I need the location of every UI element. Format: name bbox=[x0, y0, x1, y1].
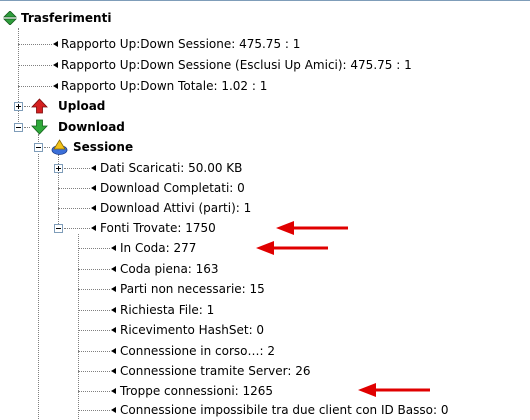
bullet-icon bbox=[91, 205, 96, 211]
bullet-icon bbox=[91, 165, 96, 171]
tree-leaf-label: Ricevimento HashSet: 0 bbox=[120, 323, 265, 337]
tree-connector bbox=[18, 86, 52, 87]
collapse-icon[interactable] bbox=[34, 143, 43, 152]
tree-leaf-ricevimento-hashset[interactable]: Ricevimento HashSet: 0 bbox=[0, 320, 530, 340]
tree-leaf-label: Connessione in corso…: 2 bbox=[120, 344, 276, 358]
tree-leaf-label: Connessione tramite Server: 26 bbox=[120, 364, 311, 378]
tree-connector bbox=[78, 310, 110, 311]
statistics-tree: Trasferimenti Rapporto Up:Down Sessione:… bbox=[0, 0, 530, 419]
tree-node-dati-scaricati[interactable]: Dati Scaricati: 50.00 KB bbox=[0, 158, 530, 178]
bullet-icon bbox=[111, 388, 116, 394]
collapse-icon[interactable] bbox=[54, 224, 63, 233]
tree-leaf-download-attivi[interactable]: Download Attivi (parti): 1 bbox=[0, 198, 530, 218]
tree-node-label: Download bbox=[58, 120, 125, 134]
bullet-icon bbox=[111, 407, 116, 413]
annotation-arrow-fonti-trovate bbox=[276, 221, 348, 235]
bullet-icon bbox=[91, 225, 96, 231]
tree-top-border bbox=[0, 0, 530, 1]
tree-connector bbox=[78, 391, 110, 392]
tree-connector bbox=[58, 188, 90, 189]
bullet-icon bbox=[91, 185, 96, 191]
tree-leaf-label: Dati Scaricati: 50.00 KB bbox=[100, 161, 243, 175]
tree-leaf-ratio-total[interactable]: Rapporto Up:Down Totale: 1.02 : 1 bbox=[0, 76, 530, 96]
tree-leaf-ratio-session-no-friends[interactable]: Rapporto Up:Down Sessione (Esclusi Up Am… bbox=[0, 55, 530, 75]
tree-leaf-label: Download Completati: 0 bbox=[100, 181, 245, 195]
tree-node-label: Trasferimenti bbox=[21, 11, 112, 25]
tree-leaf-troppe-connessioni[interactable]: Troppe connessioni: 1265 bbox=[0, 381, 530, 401]
tree-leaf-connessione-impossibile[interactable]: Connessione impossibile tra due client c… bbox=[0, 400, 530, 420]
tree-connector bbox=[78, 351, 110, 352]
bullet-icon bbox=[53, 83, 58, 89]
tree-node-upload[interactable]: Upload bbox=[0, 96, 530, 116]
tree-leaf-label: Richiesta File: 1 bbox=[120, 303, 215, 317]
tree-connector bbox=[58, 208, 90, 209]
tree-leaf-parti-non-necessarie[interactable]: Parti non necessarie: 15 bbox=[0, 279, 530, 299]
tree-leaf-label: Parti non necessarie: 15 bbox=[120, 282, 265, 296]
tree-connector bbox=[18, 65, 52, 66]
tree-leaf-connessione-in-corso[interactable]: Connessione in corso…: 2 bbox=[0, 341, 530, 361]
tree-leaf-label: Rapporto Up:Down Totale: 1.02 : 1 bbox=[61, 79, 268, 93]
tree-connector bbox=[64, 168, 90, 169]
annotation-arrow-troppe-connessioni bbox=[358, 383, 430, 397]
tree-leaf-coda-piena[interactable]: Coda piena: 163 bbox=[0, 259, 530, 279]
annotation-arrow-in-coda bbox=[256, 241, 328, 255]
tree-connector bbox=[78, 269, 110, 270]
collapse-icon[interactable] bbox=[14, 123, 23, 132]
tree-connector bbox=[24, 106, 30, 107]
bullet-icon bbox=[111, 368, 116, 374]
expand-icon[interactable] bbox=[54, 164, 63, 173]
tree-leaf-connessione-tramite-server[interactable]: Connessione tramite Server: 26 bbox=[0, 361, 530, 381]
tree-connector bbox=[44, 147, 50, 148]
tree-node-sessione[interactable]: Sessione bbox=[0, 137, 530, 157]
tree-connector bbox=[78, 410, 110, 411]
tree-leaf-richiesta-file[interactable]: Richiesta File: 1 bbox=[0, 300, 530, 320]
bullet-icon bbox=[111, 286, 116, 292]
tree-connector bbox=[64, 228, 90, 229]
tree-connector bbox=[78, 289, 110, 290]
tree-leaf-label: Download Attivi (parti): 1 bbox=[100, 201, 252, 215]
session-folder-icon bbox=[51, 139, 68, 155]
tree-node-label: Upload bbox=[58, 99, 106, 113]
bullet-icon bbox=[111, 307, 116, 313]
tree-leaf-ratio-session[interactable]: Rapporto Up:Down Sessione: 475.75 : 1 bbox=[0, 34, 530, 54]
tree-node-fonti-trovate[interactable]: Fonti Trovate: 1750 bbox=[0, 218, 530, 238]
red-up-arrow-icon bbox=[31, 98, 48, 114]
bullet-icon bbox=[53, 62, 58, 68]
tree-leaf-label: Coda piena: 163 bbox=[120, 262, 219, 276]
tree-connector bbox=[78, 330, 110, 331]
tree-leaf-label: Rapporto Up:Down Sessione: 475.75 : 1 bbox=[61, 37, 301, 51]
tree-connector bbox=[78, 371, 110, 372]
tree-connector bbox=[24, 127, 30, 128]
tree-connector bbox=[18, 44, 52, 45]
tree-leaf-label: Rapporto Up:Down Sessione (Esclusi Up Am… bbox=[61, 58, 412, 72]
up-down-arrows-icon bbox=[3, 11, 17, 25]
tree-node-label: Sessione bbox=[73, 140, 134, 154]
tree-leaf-label: In Coda: 277 bbox=[120, 241, 197, 255]
tree-leaf-label: Troppe connessioni: 1265 bbox=[120, 384, 274, 398]
tree-connector bbox=[78, 248, 110, 249]
bullet-icon bbox=[111, 348, 116, 354]
bullet-icon bbox=[111, 266, 116, 272]
expand-icon[interactable] bbox=[14, 102, 23, 111]
tree-leaf-label: Connessione impossibile tra due client c… bbox=[120, 403, 449, 417]
tree-node-trasferimenti[interactable]: Trasferimenti bbox=[0, 8, 530, 28]
tree-node-download[interactable]: Download bbox=[0, 117, 530, 137]
bullet-icon bbox=[111, 245, 116, 251]
bullet-icon bbox=[111, 327, 116, 333]
tree-leaf-label: Fonti Trovate: 1750 bbox=[100, 221, 216, 235]
tree-leaf-download-completati[interactable]: Download Completati: 0 bbox=[0, 178, 530, 198]
green-down-arrow-icon bbox=[31, 119, 48, 135]
bullet-icon bbox=[53, 41, 58, 47]
